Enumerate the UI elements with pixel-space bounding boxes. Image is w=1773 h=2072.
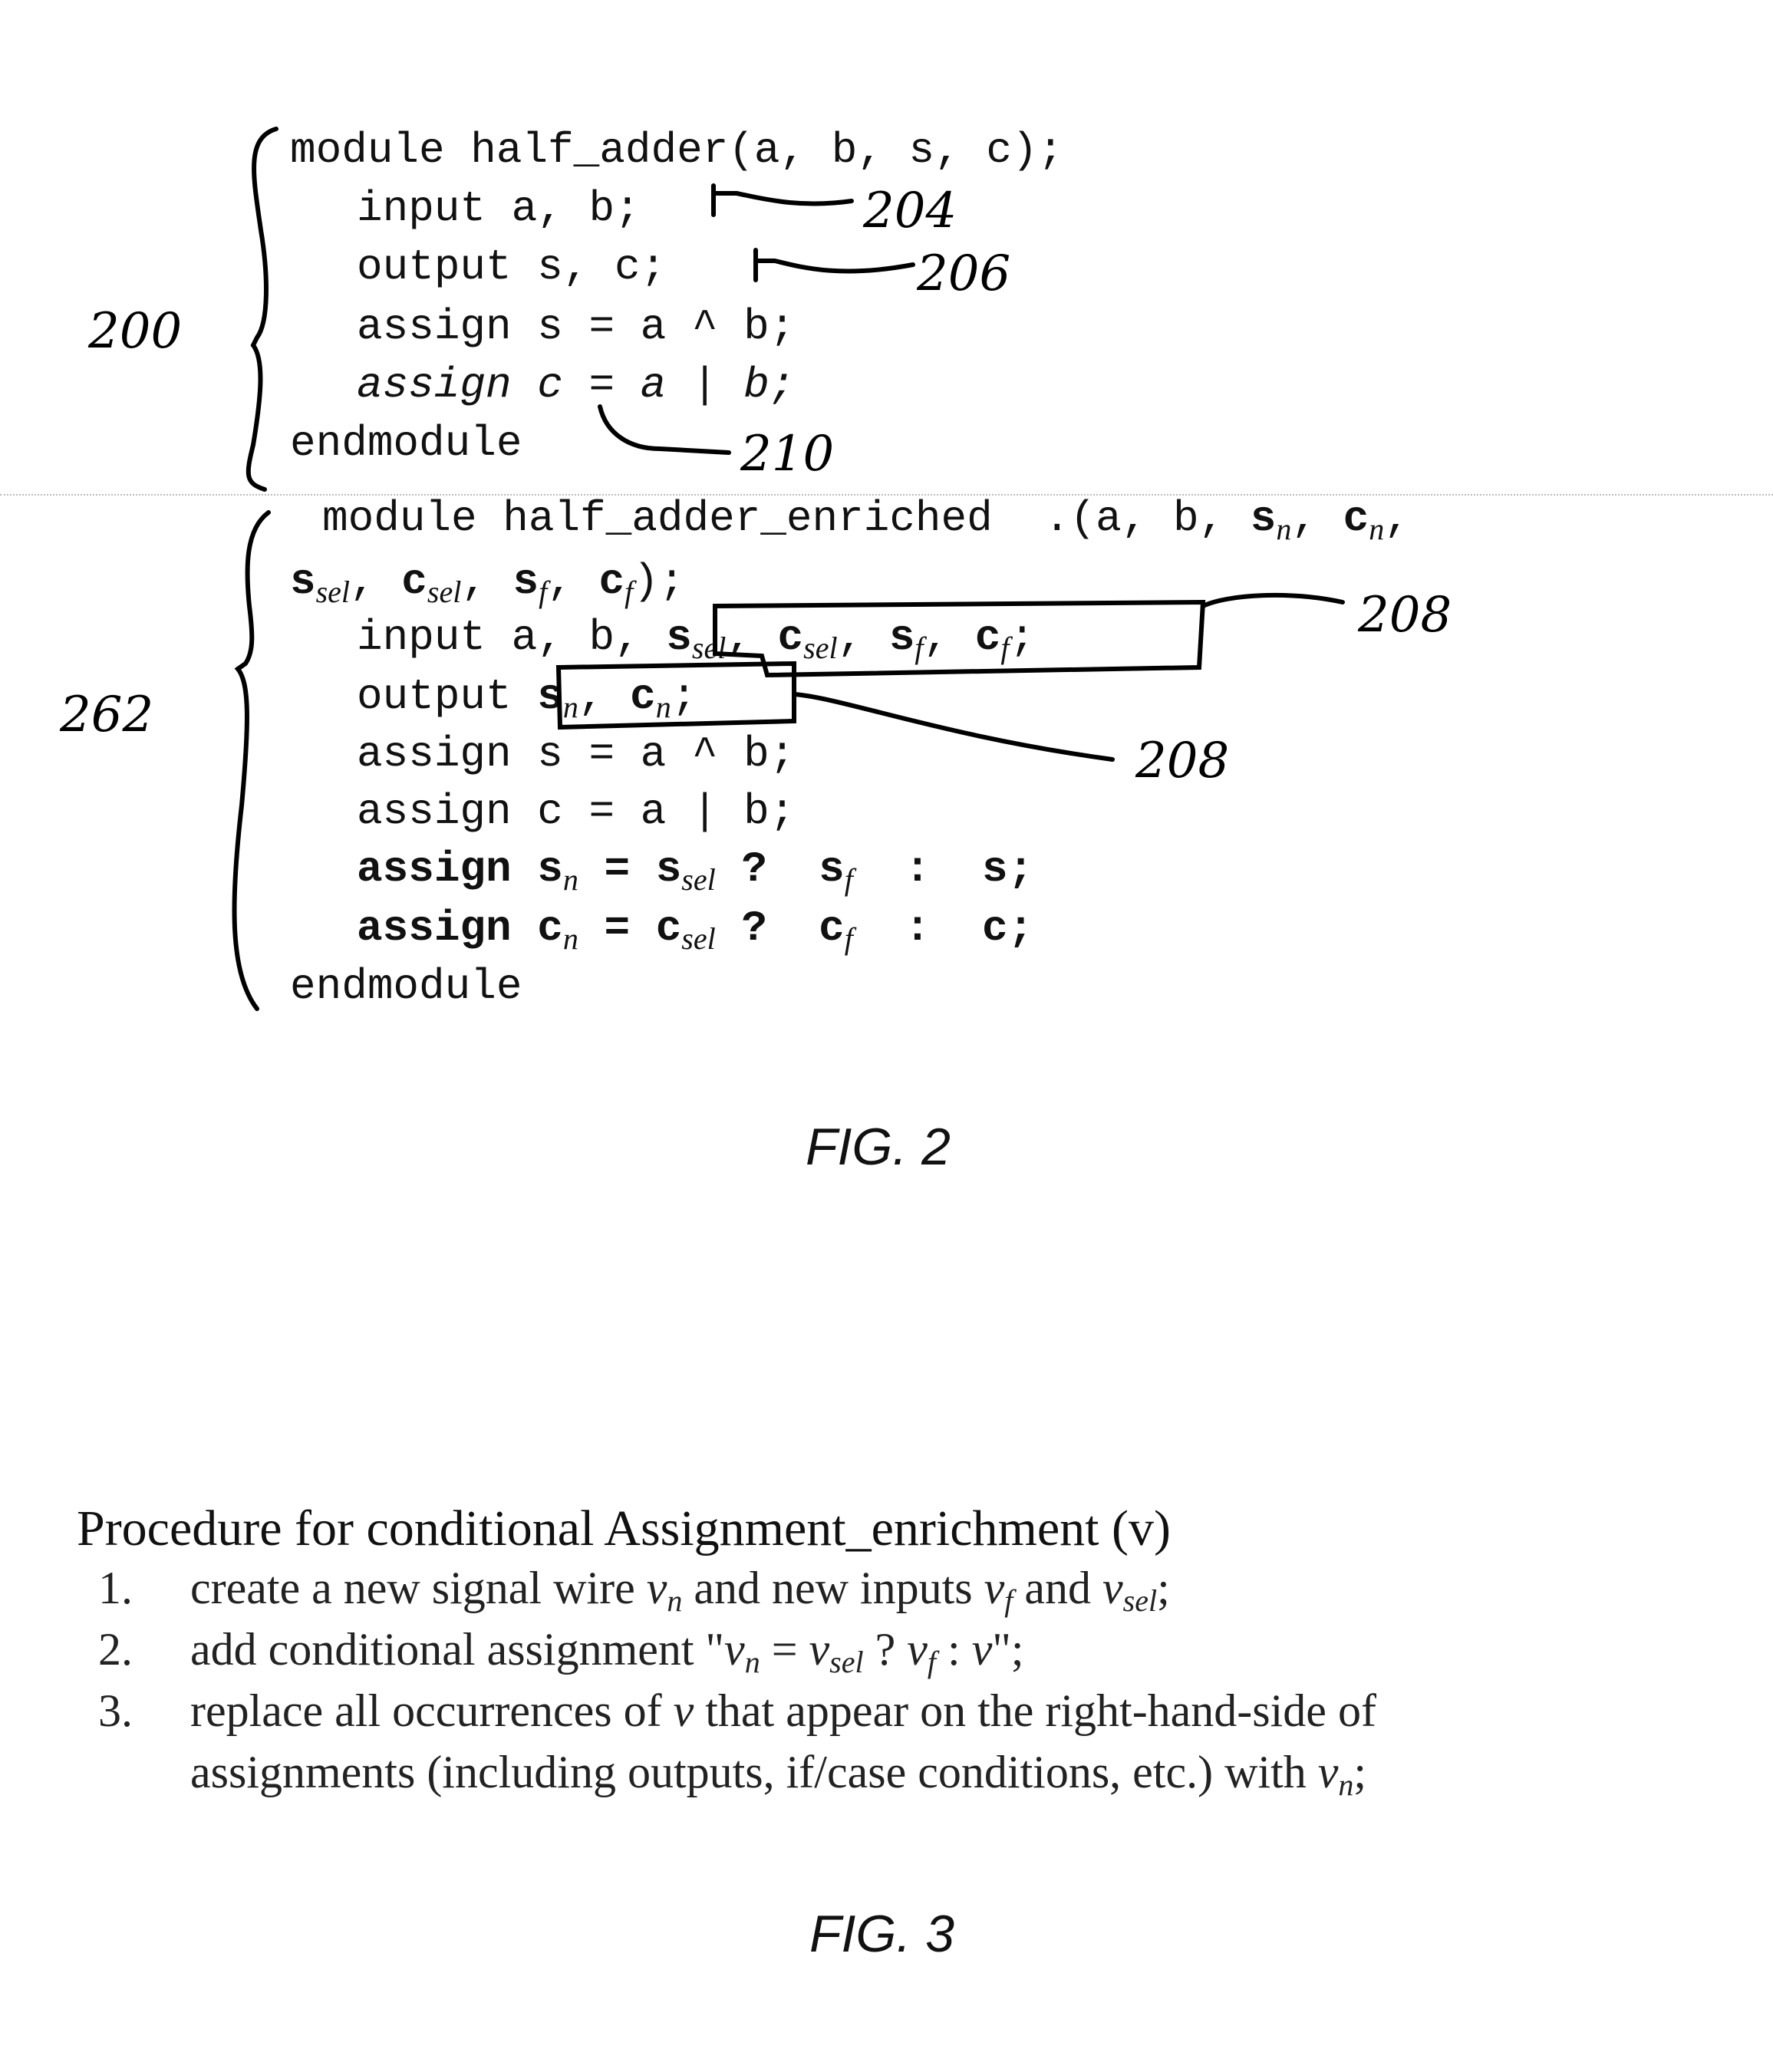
code-line-assign-c: assign c = a | b; [357,787,796,836]
var-s: s [655,845,682,894]
output-prefix: output [357,672,512,721]
sub-n: n [562,862,578,897]
ref-label-206: 206 [917,245,1011,302]
procedure-title: Procedure for conditional Assignment_enr… [77,1500,1171,1556]
step-number-3: 3. [98,1685,133,1736]
var-c: c [819,904,845,953]
ref-label-208-outputs: 208 [1135,733,1230,789]
var-c: c [630,672,656,721]
var-c: c [1343,494,1369,543]
code-line-output-enriched: output sn, cn; [357,672,697,724]
var-s: s [537,672,563,721]
var-s: s [666,613,692,662]
sub-sel: sel [681,921,716,956]
op-q: ? [741,904,767,953]
step-number-2: 2. [98,1624,133,1675]
var-c: c [655,904,682,953]
leader-208-outputs [792,692,1115,762]
code-line-assign-cn: assign cn = csel ? cf : c; [357,907,1033,954]
code-line-assign-s: assign s = a ^ b; [357,302,796,351]
code-line-module: module half_adder(a, b, s, c); [290,126,1064,175]
var-s: s [290,557,316,606]
input-prefix: input a, b, [357,613,641,662]
code-line-module-enriched: module half_adder_enriched .(a, b, sn, c… [322,494,1410,546]
module-signature: module half_adder_enriched .(a, b, [322,494,1251,543]
step-text-2: add conditional assignment "vn = vsel ? … [190,1624,1024,1679]
code-line-input: input a, b; [357,184,641,233]
args-close: ); [633,557,685,606]
sub-sel: sel [315,575,351,609]
sub-sel: sel [427,575,462,609]
var-s: s [512,557,539,606]
op-eq: = [604,845,631,894]
figure-caption-2: FIG. 2 [806,1118,951,1176]
code-line-input-enriched: input a, b, ssel, csel, sf, cf; [357,613,1036,665]
sub-n: n [562,690,578,724]
var-c: c [401,557,427,606]
step-text-3-cont: assignments (including outputs, if/case … [190,1747,1367,1802]
var-c: c [537,904,563,953]
var-c-default: c; [981,904,1034,953]
brace-200 [246,127,278,492]
code-line-output: output s, c; [357,242,667,292]
var-s: s [537,845,563,894]
brace-262 [232,510,271,1011]
arrow-206 [753,248,915,282]
sub-f: f [539,575,548,609]
sub-n: n [655,690,671,724]
ref-label-262: 262 [60,687,154,743]
keyword-assign: assign [357,845,512,894]
code-line-assign-c: assign c = a | b; [357,361,796,410]
code-line-assign-s: assign s = a ^ b; [357,730,796,779]
code-line-endmodule: endmodule [290,419,522,468]
sub-n: n [1369,512,1385,546]
arrow-204 [711,183,854,217]
code-line-endmodule: endmodule [290,962,522,1011]
ref-label-204: 204 [863,183,957,239]
op-q: ? [741,845,767,894]
var-s: s [1250,494,1277,543]
sub-n: n [562,921,578,956]
sub-f: f [915,631,924,665]
sub-f: f [1000,631,1010,665]
sub-sel: sel [803,631,838,665]
leader-208-inputs [1201,592,1345,608]
var-c: c [974,613,1001,662]
ref-label-210: 210 [740,426,835,483]
sub-f: f [844,862,853,897]
op-eq: = [604,904,631,953]
op-colon: : [905,845,931,894]
step-text-1: create a new signal wire vn and new inpu… [190,1563,1170,1618]
sub-n: n [1276,512,1292,546]
sub-sel: sel [691,631,727,665]
var-s-default: s; [981,845,1034,894]
figure-caption-3: FIG. 3 [809,1905,954,1963]
var-c: c [777,613,804,662]
sub-f: f [625,575,634,609]
ref-label-200: 200 [88,303,183,360]
sub-sel: sel [681,862,716,897]
code-line-module-args: ssel, csel, sf, cf); [290,557,685,609]
var-c: c [598,557,625,606]
step-number-1: 1. [98,1563,133,1613]
var-s: s [888,613,915,662]
sub-f: f [844,921,853,956]
code-line-assign-sn: assign sn = ssel ? sf : s; [357,848,1033,895]
var-s: s [819,845,845,894]
op-colon: : [905,904,931,953]
keyword-assign: assign [357,904,512,953]
arrow-210 [598,404,731,455]
ref-label-208-inputs: 208 [1358,587,1452,644]
step-text-3: replace all occurrences of v that appear… [190,1685,1376,1736]
